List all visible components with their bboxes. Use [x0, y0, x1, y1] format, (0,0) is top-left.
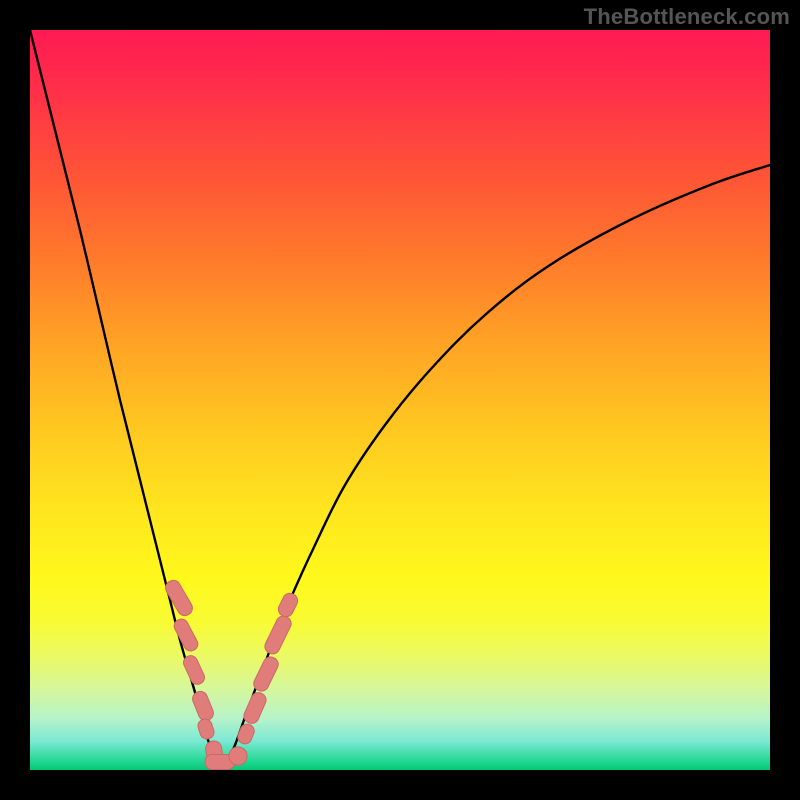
- vertex-markers: [163, 578, 300, 770]
- vertex-marker: [262, 614, 293, 657]
- vertex-marker: [242, 690, 269, 725]
- curve-svg: [30, 30, 770, 770]
- curve-right-arm: [228, 165, 770, 760]
- vertex-marker: [181, 653, 206, 686]
- chart-frame: TheBottleneck.com: [0, 0, 800, 800]
- vertex-marker: [190, 689, 215, 722]
- vertex-marker: [236, 722, 256, 746]
- vertex-marker: [251, 655, 280, 694]
- vertex-marker: [172, 617, 200, 654]
- vertex-marker: [196, 717, 215, 740]
- branding-watermark: TheBottleneck.com: [584, 4, 790, 30]
- curve: [30, 30, 770, 760]
- plot-area: [30, 30, 770, 770]
- vertex-marker: [163, 578, 195, 618]
- vertex-marker: [276, 591, 300, 619]
